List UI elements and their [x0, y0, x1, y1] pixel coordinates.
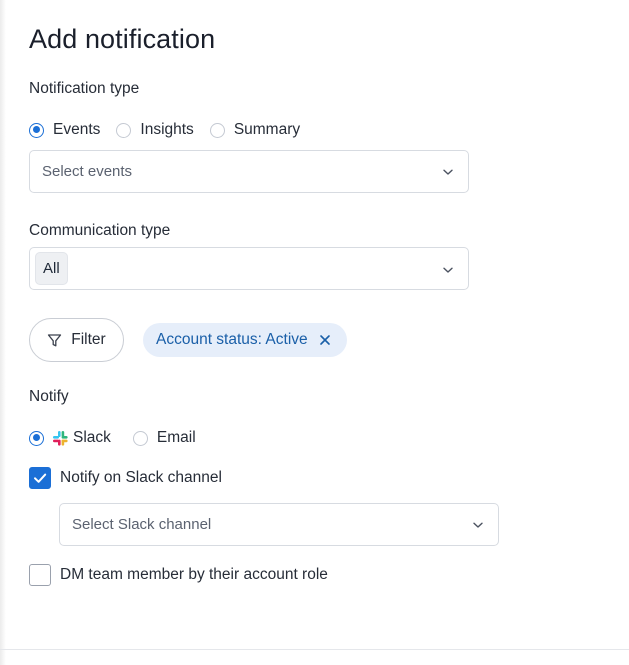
filter-button[interactable]: Filter — [29, 318, 124, 362]
radio-summary[interactable]: Summary — [209, 121, 301, 139]
events-select[interactable]: Select events — [29, 150, 469, 193]
notify-slack-channel-label: Notify on Slack channel — [60, 469, 222, 486]
radio-insights[interactable]: Insights — [116, 121, 194, 139]
radio-events-button[interactable] — [29, 122, 44, 138]
chevron-down-icon — [472, 519, 484, 531]
notify-slack-channel-checkbox-row[interactable]: Notify on Slack channel — [29, 467, 222, 489]
communication-type-label: Communication type — [29, 222, 171, 239]
chevron-down-icon — [442, 264, 454, 276]
radio-insights-button[interactable] — [116, 122, 132, 138]
close-icon[interactable] — [319, 334, 331, 346]
dm-team-member-checkbox-row[interactable]: DM team member by their account role — [29, 564, 328, 586]
radio-email-label: Email — [156, 429, 196, 446]
radio-slack-button[interactable] — [29, 430, 44, 446]
dialog-title: Add notification — [29, 24, 216, 54]
notification-type-label: Notification type — [29, 80, 140, 97]
filter-chip: Account status: Active — [143, 323, 347, 357]
radio-slack-label: Slack — [73, 429, 111, 446]
radio-events[interactable]: Events — [29, 121, 100, 139]
filter-icon — [47, 333, 62, 348]
selected-tag-all: All — [35, 252, 68, 285]
radio-summary-button[interactable] — [209, 122, 225, 138]
footer-divider — [0, 649, 629, 650]
dm-team-member-label: DM team member by their account role — [60, 566, 328, 583]
radio-email-button[interactable] — [132, 430, 148, 446]
radio-email[interactable]: Email — [132, 429, 196, 447]
radio-summary-label: Summary — [233, 121, 301, 138]
checkmark-icon — [34, 473, 47, 483]
notify-label: Notify — [29, 388, 69, 405]
notify-radio-group: Slack Email — [29, 429, 210, 447]
radio-events-label: Events — [53, 121, 101, 138]
add-notification-dialog: Add notification Notification type Event… — [0, 0, 629, 665]
slack-channel-select-placeholder: Select Slack channel — [72, 516, 212, 533]
radio-slack[interactable]: Slack — [29, 429, 111, 447]
notification-type-radio-group: Events Insights Summary — [29, 121, 314, 139]
events-select-placeholder: Select events — [42, 163, 133, 180]
filter-chip-label: Account status: Active — [156, 331, 308, 348]
chevron-down-icon — [442, 166, 454, 178]
panel-shadow — [0, 0, 6, 665]
dm-team-member-checkbox[interactable] — [29, 564, 51, 586]
slack-logo-icon — [52, 430, 69, 447]
slack-channel-select[interactable]: Select Slack channel — [59, 503, 499, 546]
radio-insights-label: Insights — [140, 121, 194, 138]
notify-slack-channel-checkbox[interactable] — [29, 467, 51, 489]
filter-button-label: Filter — [71, 331, 106, 348]
communication-type-select[interactable]: All — [29, 247, 469, 290]
